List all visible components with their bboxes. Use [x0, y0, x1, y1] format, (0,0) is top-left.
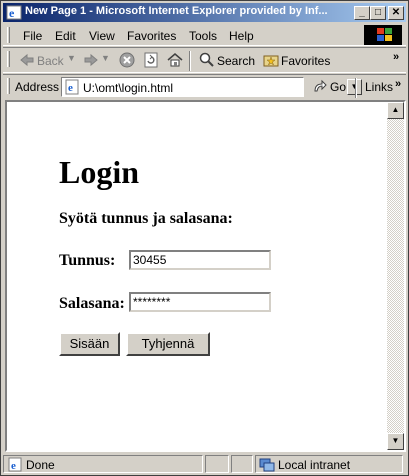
forward-dropdown-icon[interactable]: ▼ — [101, 53, 110, 63]
security-zone-panel: Local intranet — [255, 455, 403, 473]
status-panel-empty — [205, 455, 229, 473]
menu-file[interactable]: File — [23, 29, 42, 43]
minimize-button[interactable]: _ — [354, 6, 370, 20]
address-value: U:\omt\login.html — [83, 81, 174, 95]
svg-text:e: e — [9, 6, 15, 20]
back-arrow-icon[interactable] — [19, 52, 35, 68]
toolbar-grip[interactable] — [7, 27, 10, 43]
clear-button[interactable]: Tyhjennä — [126, 332, 210, 356]
maximize-button[interactable]: □ — [370, 6, 386, 20]
browser-window: e New Page 1 - Microsoft Internet Explor… — [0, 0, 409, 476]
page-done-icon: e — [8, 457, 22, 472]
window-title: New Page 1 - Microsoft Internet Explorer… — [25, 5, 328, 17]
toolbar-grip[interactable] — [7, 78, 10, 94]
toolbar-separator — [189, 51, 191, 71]
menu-favorites[interactable]: Favorites — [127, 29, 176, 43]
scroll-down-icon[interactable]: ▼ — [387, 433, 404, 450]
intranet-zone-icon — [259, 458, 275, 472]
toolbar-separator — [355, 78, 357, 98]
svg-text:e: e — [11, 460, 16, 472]
forward-arrow-icon[interactable] — [83, 52, 99, 68]
home-icon[interactable] — [167, 52, 183, 68]
username-label: Tunnus: — [59, 252, 116, 269]
search-icon[interactable] — [199, 52, 215, 68]
back-dropdown-icon[interactable]: ▼ — [67, 53, 76, 63]
vertical-scrollbar[interactable]: ▲ ▼ — [387, 102, 404, 450]
close-button[interactable]: ✕ — [388, 6, 404, 20]
standard-toolbar: Back ▼ ▼ Search Favorites » — [3, 47, 406, 73]
search-button[interactable]: Search — [217, 54, 255, 68]
ie-page-icon: e — [65, 79, 79, 95]
login-submit-button[interactable]: Sisään — [59, 332, 120, 356]
content-area: Login Syötä tunnus ja salasana: Tunnus: … — [5, 100, 406, 452]
menu-tools[interactable]: Tools — [189, 29, 217, 43]
refresh-icon[interactable] — [143, 52, 159, 68]
menu-help[interactable]: Help — [229, 29, 254, 43]
address-input[interactable]: e U:\omt\login.html ▼ — [61, 77, 362, 97]
address-label: Address — [15, 80, 60, 94]
svg-text:e: e — [68, 82, 73, 94]
toolbar-more-icon[interactable]: » — [393, 51, 399, 63]
links-button[interactable]: Links — [365, 80, 393, 94]
status-bar: e Done Local intranet — [3, 453, 406, 474]
go-button[interactable]: Go — [330, 80, 346, 94]
status-panel: e Done — [3, 455, 203, 473]
go-arrow-icon[interactable] — [312, 79, 328, 95]
back-button[interactable]: Back — [37, 54, 64, 68]
status-panel-empty — [231, 455, 253, 473]
internet-explorer-icon: e — [6, 5, 22, 20]
menu-view[interactable]: View — [89, 29, 115, 43]
toolbar-grip[interactable] — [7, 51, 10, 67]
page-title: Login — [59, 154, 140, 190]
windows-logo-icon — [364, 25, 402, 45]
stop-icon[interactable] — [119, 52, 135, 68]
menu-bar: File Edit View Favorites Tools Help — [3, 24, 406, 46]
password-field[interactable]: ******** — [129, 292, 271, 312]
zone-text: Local intranet — [278, 458, 351, 472]
page-subtitle: Syötä tunnus ja salasana: — [59, 210, 233, 227]
scroll-up-icon[interactable]: ▲ — [387, 102, 404, 119]
menu-edit[interactable]: Edit — [55, 29, 76, 43]
links-more-icon[interactable]: » — [395, 78, 401, 90]
favorites-folder-icon[interactable] — [263, 52, 279, 68]
favorites-button[interactable]: Favorites — [281, 54, 330, 68]
status-text: Done — [26, 458, 55, 472]
username-field[interactable] — [129, 250, 271, 270]
address-bar: Address e U:\omt\login.html ▼ Go Links » — [3, 74, 406, 98]
title-bar[interactable]: e New Page 1 - Microsoft Internet Explor… — [3, 3, 406, 22]
password-label: Salasana: — [59, 295, 125, 312]
